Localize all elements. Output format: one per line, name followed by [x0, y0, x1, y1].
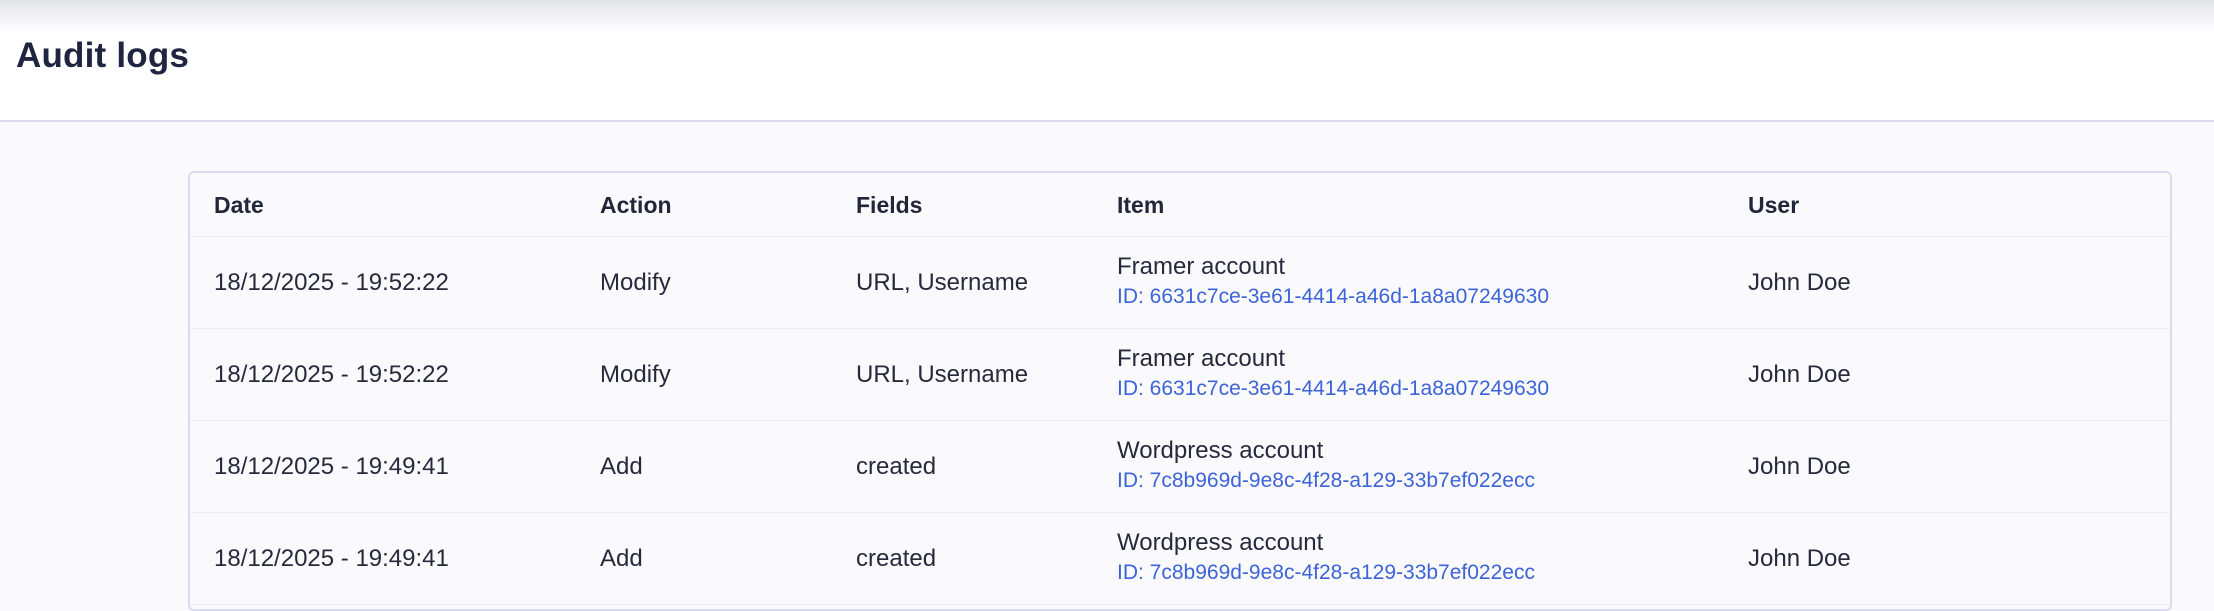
action-cell: Modify — [600, 269, 671, 296]
column-header-fields[interactable]: Fields — [856, 192, 922, 219]
date-cell: 18/12/2025 - 19:49:41 — [214, 453, 449, 480]
item-id-link[interactable]: ID: 6631c7ce-3e61-4414-a46d-1a8a07249630 — [1117, 285, 1549, 309]
user-cell: John Doe — [1748, 453, 1851, 480]
page-header: Audit logs — [0, 0, 2214, 122]
action-cell: Add — [600, 545, 643, 572]
page-title: Audit logs — [16, 36, 190, 75]
action-cell: Add — [600, 453, 643, 480]
item-id-link[interactable]: ID: 7c8b969d-9e8c-4f28-a129-33b7ef022ecc — [1117, 561, 1535, 585]
column-header-user[interactable]: User — [1748, 192, 1799, 219]
user-cell: John Doe — [1748, 361, 1851, 388]
table-header: Date Action Fields Item User — [190, 173, 2170, 237]
fields-cell: created — [856, 453, 937, 480]
column-header-action[interactable]: Action — [600, 192, 672, 219]
date-cell: 18/12/2025 - 19:49:41 — [214, 545, 449, 572]
table-row[interactable]: 18/12/2025 - 19:49:41 Add created Wordpr… — [190, 513, 2170, 605]
user-cell: John Doe — [1748, 269, 1851, 296]
column-header-item[interactable]: Item — [1117, 192, 1164, 219]
fields-cell: URL, Username — [856, 269, 1029, 296]
fields-cell: URL, Username — [856, 361, 1029, 388]
item-name: Framer account — [1117, 253, 1286, 280]
audit-log-table: Date Action Fields Item User 18/12/2025 … — [188, 171, 2172, 611]
item-name: Framer account — [1117, 345, 1286, 372]
table-row[interactable]: 18/12/2025 - 19:52:22 Modify URL, Userna… — [190, 237, 2170, 329]
user-cell: John Doe — [1748, 545, 1851, 572]
item-id-link[interactable]: ID: 7c8b969d-9e8c-4f28-a129-33b7ef022ecc — [1117, 469, 1535, 493]
table-row[interactable]: 18/12/2025 - 19:49:41 Add created Wordpr… — [190, 421, 2170, 513]
column-header-date[interactable]: Date — [214, 192, 264, 219]
date-cell: 18/12/2025 - 19:52:22 — [214, 269, 449, 296]
date-cell: 18/12/2025 - 19:52:22 — [214, 361, 449, 388]
action-cell: Modify — [600, 361, 671, 388]
item-name: Wordpress account — [1117, 529, 1324, 556]
item-name: Wordpress account — [1117, 437, 1324, 464]
fields-cell: created — [856, 545, 937, 572]
table-row[interactable]: 18/12/2025 - 19:52:22 Modify URL, Userna… — [190, 329, 2170, 421]
item-id-link[interactable]: ID: 6631c7ce-3e61-4414-a46d-1a8a07249630 — [1117, 377, 1549, 401]
